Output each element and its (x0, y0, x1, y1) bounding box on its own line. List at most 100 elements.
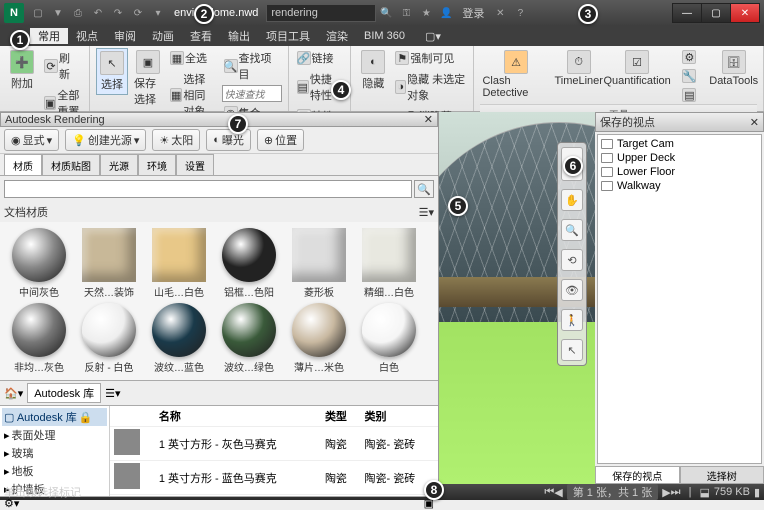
tab-saved-viewpoints[interactable]: 保存的视点 (595, 466, 680, 484)
col-cat[interactable]: 类别 (361, 406, 439, 427)
look-icon[interactable]: 👁 (561, 279, 583, 301)
location-button[interactable]: ⊕位置 (257, 129, 304, 151)
sun-button[interactable]: ☀太阳 (152, 129, 200, 151)
tab-output[interactable]: 输出 (220, 28, 258, 44)
tree-node[interactable]: ▸ 表面处理 (2, 426, 107, 444)
tab-lights[interactable]: 光源 (100, 154, 138, 175)
dropdown-icon[interactable]: ▾ (150, 5, 166, 21)
material-item[interactable]: 天然…装饰 (74, 226, 144, 301)
hide-button[interactable]: ◐隐藏 (357, 48, 389, 93)
tab-render[interactable]: 渲染 (318, 28, 356, 44)
tab-bim[interactable]: BIM 360 (356, 30, 413, 42)
timeliner-button[interactable]: ⏱TimeLiner (556, 48, 602, 89)
col-type[interactable]: 类型 (321, 406, 361, 427)
exchange-icon[interactable]: ✕ (492, 5, 508, 21)
orbit-icon[interactable]: ⟲ (561, 249, 583, 271)
viewpoint-item[interactable]: Upper Deck (600, 151, 759, 165)
tool-row1[interactable]: ⚙ (680, 48, 698, 66)
tree-node[interactable]: ▸ 玻璃 (2, 444, 107, 462)
viewpoint-item[interactable]: Target Cam (600, 137, 759, 151)
viewpoint-list[interactable]: Target CamUpper DeckLower FloorWalkway (597, 134, 762, 464)
panel-close-icon[interactable]: ✕ (750, 116, 759, 129)
select-all-button[interactable]: ▦全选 (168, 48, 218, 68)
material-item[interactable]: 薄片…米色 (284, 301, 354, 376)
help-icon[interactable]: ? (512, 5, 528, 21)
close-button[interactable]: ✕ (730, 3, 760, 23)
material-item[interactable]: 中间灰色 (4, 226, 74, 301)
home-icon[interactable]: 🏠▾ (4, 387, 23, 400)
pager-prev-icon[interactable]: ◀ (554, 486, 562, 499)
undo-icon[interactable]: ↶ (90, 5, 106, 21)
view-mode-icon[interactable]: ☰▾ (419, 206, 434, 219)
redo-icon[interactable]: ↷ (110, 5, 126, 21)
pager-last-icon[interactable]: ⏭ (671, 486, 681, 499)
login-link[interactable]: 登录 (462, 5, 484, 21)
rendering-panel-header[interactable]: Autodesk Rendering ✕ (0, 112, 438, 127)
material-item[interactable]: 菱形板 (284, 226, 354, 301)
col-name[interactable]: 名称 (155, 406, 321, 427)
material-item[interactable]: 精细…白色 (354, 226, 424, 301)
tab-materials[interactable]: 材质 (4, 154, 42, 175)
tab-environment[interactable]: 环境 (138, 154, 176, 175)
tab-selection-tree[interactable]: 选择树 (680, 466, 764, 484)
pager-next-icon[interactable]: ▶ (662, 486, 670, 499)
zoom-icon[interactable]: 🔍 (561, 219, 583, 241)
append-button[interactable]: ➕附加 (6, 48, 38, 93)
library-breadcrumb[interactable]: Autodesk 库 (27, 383, 101, 403)
select-tool-icon[interactable]: ↖ (561, 339, 583, 361)
material-item[interactable]: 山毛…白色 (144, 226, 214, 301)
exposure-button[interactable]: ◐曝光 (206, 129, 251, 151)
tree-node[interactable]: ▸ 地板 (2, 462, 107, 480)
create-light-button[interactable]: 💡创建光源▾ (65, 129, 146, 151)
print-icon[interactable]: ⎙ (70, 5, 86, 21)
select-button[interactable]: ↖选择 (96, 48, 128, 95)
material-item[interactable]: 非均…灰色 (4, 301, 74, 376)
tab-look[interactable]: 查看 (182, 28, 220, 44)
minimize-button[interactable]: — (672, 3, 702, 23)
style-button[interactable]: ◉显式▾ (4, 129, 59, 151)
tree-node[interactable]: ▢ Autodesk 库 🔒 (2, 408, 107, 426)
key-icon[interactable]: ⚿ (398, 5, 414, 21)
material-item[interactable]: 波纹…绿色 (214, 301, 284, 376)
library-tree[interactable]: ▢ Autodesk 库 🔒▸ 表面处理▸ 玻璃▸ 地板▸ 护墙板 (0, 406, 110, 496)
tool-row2[interactable]: 🔧 (680, 67, 698, 85)
viewpoint-item[interactable]: Lower Floor (600, 165, 759, 179)
help-search-input[interactable] (266, 4, 376, 22)
open-icon[interactable]: ▢ (30, 5, 46, 21)
material-item[interactable]: 白色 (354, 301, 424, 376)
tab-anim[interactable]: 动画 (144, 28, 182, 44)
material-item[interactable]: 铝框…色阳 (214, 226, 284, 301)
lib-view-icon[interactable]: ☰▾ (105, 387, 120, 400)
library-list[interactable]: 名称类型类别 1 英寸方形 - 灰色马赛克陶瓷陶瓷- 瓷砖1 英寸方形 - 蓝色… (110, 406, 438, 496)
hide-unsel-button[interactable]: ◑隐藏 未选定对象 (393, 69, 467, 105)
links-button[interactable]: 🔗链接 (295, 48, 345, 68)
table-row[interactable]: 1 英寸方形 - 灰色马赛克陶瓷陶瓷- 瓷砖 (110, 427, 438, 461)
save-selection-button[interactable]: ▣保存 选择 (132, 48, 164, 109)
viewpoint-item[interactable]: Walkway (600, 179, 759, 193)
walk-icon[interactable]: 🚶 (561, 309, 583, 331)
material-item[interactable]: 反射 - 白色 (74, 301, 144, 376)
quick-find-input[interactable]: 快速查找 (222, 85, 282, 102)
tab-home[interactable]: 常用 (30, 28, 68, 44)
maximize-button[interactable]: ▢ (701, 3, 731, 23)
tab-options-icon[interactable]: ▢▾ (417, 30, 449, 43)
clash-button[interactable]: ⚠Clash Detective (480, 48, 551, 101)
tab-review[interactable]: 审阅 (106, 28, 144, 44)
material-search-input[interactable] (4, 180, 412, 198)
quant-button[interactable]: ☑Quantification (606, 48, 669, 89)
star-icon[interactable]: ★ (418, 5, 434, 21)
material-item[interactable]: 波纹…蓝色 (144, 301, 214, 376)
tab-material-map[interactable]: 材质贴图 (42, 154, 100, 175)
search-go-icon[interactable]: 🔍 (378, 5, 394, 21)
datatools-button[interactable]: 🗄DataTools (710, 48, 757, 89)
tab-tools[interactable]: 项目工具 (258, 28, 318, 44)
saved-viewpoints-header[interactable]: 保存的视点 ✕ (595, 112, 764, 132)
tab-settings[interactable]: 设置 (176, 154, 214, 175)
table-row[interactable]: 1 英寸方形 - 蓝色马赛克陶瓷陶瓷- 瓷砖 (110, 461, 438, 495)
save-icon[interactable]: ▼ (50, 5, 66, 21)
tool-row3[interactable]: ▤ (680, 86, 698, 104)
panel-close-icon[interactable]: ✕ (424, 113, 433, 126)
app-menu-icon[interactable]: N (4, 3, 24, 23)
find-items-button[interactable]: 🔍查找项目 (222, 48, 282, 84)
refresh-button[interactable]: ⟳刷新 (42, 48, 83, 84)
